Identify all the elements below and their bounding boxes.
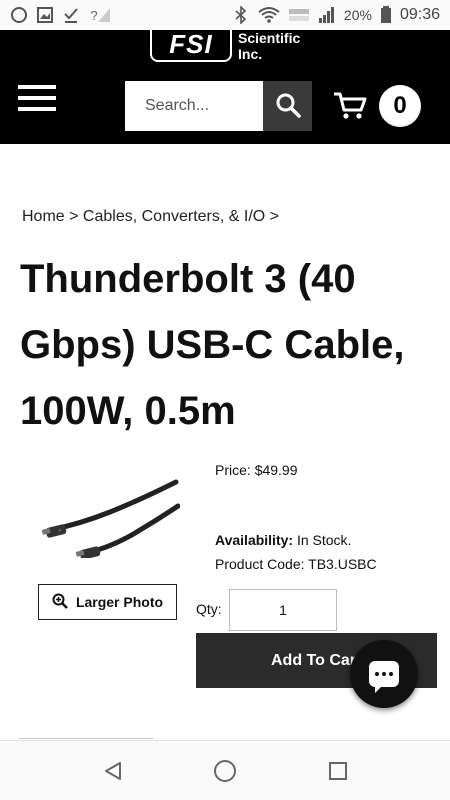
image-notification-icon (36, 6, 54, 24)
clock: 09:36 (399, 6, 440, 23)
price-line: Price: $49.99 (215, 462, 298, 478)
breadcrumb-home[interactable]: Home (22, 208, 65, 225)
battery-percent: 20% (343, 7, 372, 23)
availability-label: Availability: (215, 532, 294, 548)
search-input[interactable] (125, 81, 263, 131)
chat-button[interactable] (350, 640, 418, 708)
signal-hint-text: ? (90, 7, 98, 23)
site-logo[interactable]: FSI Scientific Inc. (150, 30, 300, 62)
product-code-label: Product Code: (215, 556, 305, 572)
larger-photo-label: Larger Photo (75, 594, 164, 610)
page-title: Thunderbolt 3 (40 Gbps) USB-C Cable, 100… (20, 257, 405, 433)
availability-line: Availability: In Stock. (215, 532, 351, 548)
volte-icon (288, 6, 310, 24)
product-code-value: TB3.USBC (308, 556, 377, 572)
larger-photo-button[interactable]: Larger Photo (38, 584, 177, 620)
status-right-icons: 20% 09:36 (232, 6, 440, 24)
logo-text-line1: Scientific (238, 30, 301, 46)
product-image[interactable]: ⚡ (40, 478, 181, 560)
logo-text-line2: Inc. (238, 46, 263, 62)
chat-icon (369, 661, 399, 693)
cell-signal-icon (318, 6, 336, 24)
svg-text:⚡: ⚡ (58, 528, 62, 534)
system-nav-bar (0, 740, 450, 800)
breadcrumb: Home > Cables, Converters, & I/O > (22, 208, 279, 226)
circle-notification-icon (10, 6, 28, 24)
hamburger-icon[interactable] (18, 85, 56, 115)
price-value: $49.99 (254, 462, 298, 478)
cart-icon (333, 91, 367, 126)
qty-input[interactable] (229, 589, 337, 631)
price-label: Price: (215, 462, 251, 478)
search-icon (275, 92, 301, 121)
zoom-in-icon (52, 593, 68, 612)
status-left-icons: ? (10, 6, 112, 24)
wifi-icon (258, 6, 280, 24)
home-icon[interactable] (213, 759, 237, 783)
recents-icon[interactable] (326, 759, 350, 783)
site-header: FSI Scientific Inc. 0 (0, 30, 450, 144)
back-icon[interactable] (101, 759, 125, 783)
logo-mark: FSI (150, 30, 232, 62)
qty-label: Qty: (196, 601, 222, 617)
status-bar: ? 20% 09:36 (0, 0, 450, 30)
breadcrumb-trail-end: > (265, 208, 280, 225)
product-code-line: Product Code: TB3.USBC (215, 556, 377, 572)
breadcrumb-separator: > (64, 208, 83, 225)
bluetooth-icon (232, 6, 250, 24)
logo-text: Scientific Inc. (238, 30, 300, 62)
cart-button[interactable]: 0 (333, 85, 423, 127)
no-signal-icon: ? (88, 6, 112, 24)
check-download-icon (62, 6, 80, 24)
availability-value: In Stock. (296, 532, 352, 548)
cart-count-badge: 0 (379, 85, 421, 127)
battery-icon (380, 6, 392, 24)
search-button[interactable] (263, 81, 312, 131)
breadcrumb-category[interactable]: Cables, Converters, & I/O (83, 208, 265, 225)
